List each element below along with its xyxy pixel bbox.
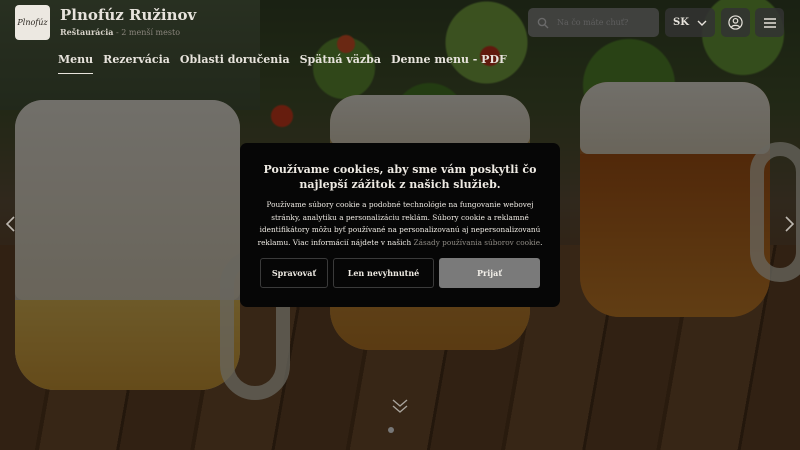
cookie-title: Používame cookies, aby sme vám poskytli … (263, 163, 537, 191)
carousel-next-button[interactable] (782, 214, 796, 234)
restaurant-location: 2 menší mesto (121, 28, 181, 37)
restaurant-type: Reštaurácia (60, 27, 114, 37)
hamburger-icon (763, 17, 776, 28)
accept-cookies-button[interactable]: Prijať (439, 258, 540, 288)
nav-menu[interactable]: Menu (58, 53, 94, 74)
cookie-body: Používame súbory cookie a podobné techno… (254, 199, 546, 249)
main-nav: Menu Rezervácia Oblasti doručenia Spätná… (58, 53, 507, 74)
account-button[interactable] (721, 8, 750, 37)
nav-feedback[interactable]: Spätná väzba (300, 53, 381, 74)
cookie-consent-dialog: Používame cookies, aby sme vám poskytli … (240, 143, 560, 307)
double-chevron-down-icon (392, 399, 408, 413)
language-label: SK (673, 17, 689, 28)
chevron-down-icon (697, 20, 707, 26)
nav-daily-menu-pdf[interactable]: Denne menu - PDF (391, 53, 507, 74)
search-placeholder: Na čo máte chuť? (557, 18, 629, 27)
scroll-down-button[interactable] (391, 398, 409, 418)
carousel-indicator[interactable] (388, 427, 394, 433)
nav-reservation[interactable]: Rezervácia (103, 53, 170, 74)
menu-button[interactable] (755, 8, 784, 37)
logo-text: Plnofúz (17, 18, 48, 27)
chevron-right-icon (784, 216, 794, 232)
cookie-buttons: Spravovať Len nevyhnutné Prijať (260, 258, 540, 288)
restaurant-name: Plnofúz Ružinov (60, 6, 197, 24)
cookie-body-end: . (540, 237, 543, 247)
search-input[interactable]: Na čo máte chuť? (528, 8, 659, 37)
cookie-policy-link[interactable]: Zásady používania súborov cookie (414, 238, 541, 247)
necessary-only-button[interactable]: Len nevyhnutné (333, 258, 434, 288)
restaurant-subtitle: Reštaurácia - 2 menší mesto (60, 27, 180, 37)
user-icon (728, 15, 743, 30)
carousel-prev-button[interactable] (3, 214, 17, 234)
language-select[interactable]: SK (665, 8, 715, 37)
manage-cookies-button[interactable]: Spravovať (260, 258, 328, 288)
nav-delivery-areas[interactable]: Oblasti doručenia (180, 53, 290, 74)
site-header: Plnofúz Plnofúz Ružinov Reštaurácia - 2 … (0, 0, 800, 80)
chevron-left-icon (5, 216, 15, 232)
search-icon (537, 17, 549, 28)
restaurant-logo[interactable]: Plnofúz (15, 5, 50, 40)
